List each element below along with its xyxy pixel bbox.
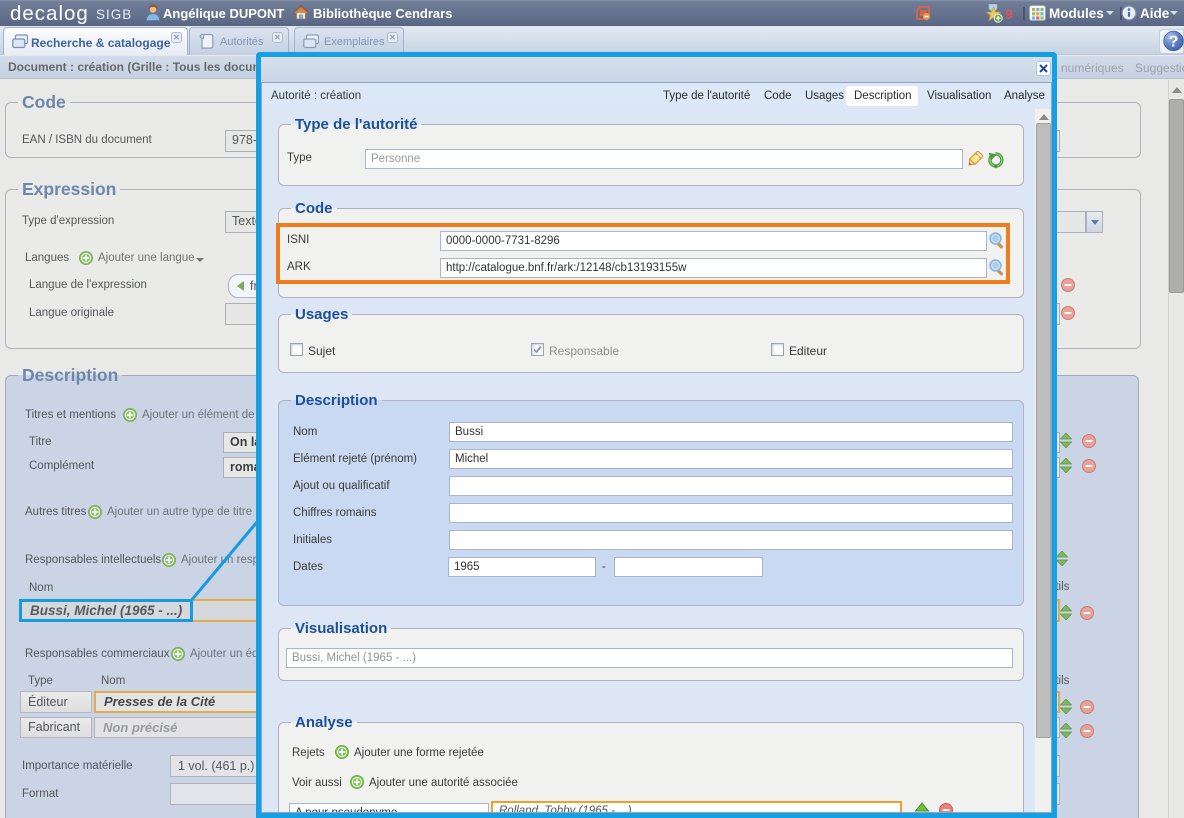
svg-text:?: ?	[1169, 34, 1179, 51]
